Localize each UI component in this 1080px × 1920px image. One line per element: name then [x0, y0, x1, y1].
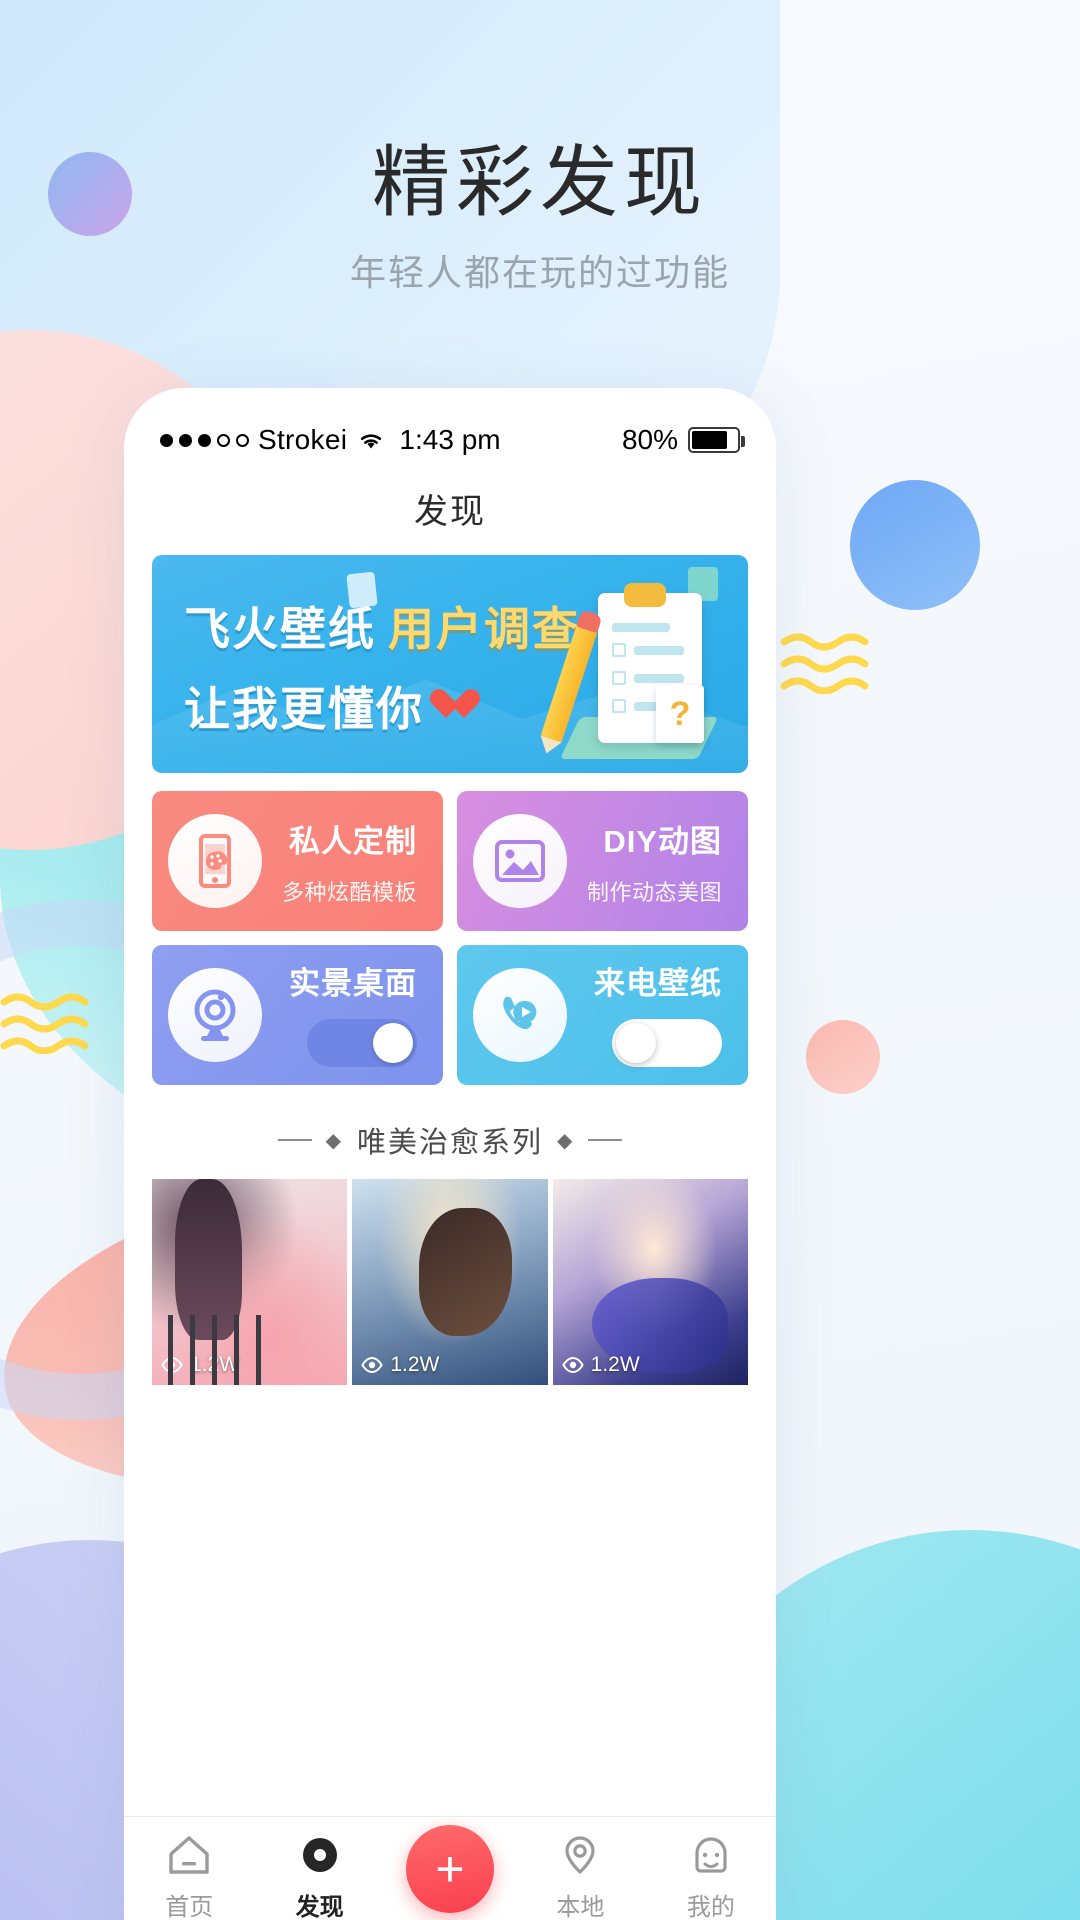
- screen-title: 发现: [414, 493, 486, 531]
- battery-percent-label: 80%: [621, 424, 679, 455]
- feature-card-diy[interactable]: DIY动图 制作动态美图: [457, 791, 748, 931]
- feature-card-grid: 私人定制 多种炫酷模板 DIY动图 制作动态美图 实景桌面 来电壁纸: [152, 791, 748, 1085]
- view-count-label: 1.2W: [390, 1353, 440, 1376]
- view-count: 1.2W: [161, 1353, 239, 1377]
- question-mark-icon: ?: [656, 685, 704, 743]
- tab-home-label: 首页: [165, 1894, 214, 1920]
- call-wallpaper-toggle[interactable]: [612, 1019, 722, 1067]
- feature-card-text: 来电壁纸: [567, 958, 730, 1072]
- tab-profile[interactable]: 我的: [646, 1833, 776, 1920]
- plus-icon: +: [435, 1841, 465, 1897]
- tab-local[interactable]: 本地: [515, 1833, 645, 1920]
- feature-card-subtitle: 多种炫酷模板: [281, 879, 417, 905]
- banner-tagline: 让我更懂你: [184, 683, 424, 735]
- banner-text: 飞火壁纸 用户调查 让我更懂你: [184, 593, 580, 739]
- page-title: 精彩发现: [371, 138, 708, 226]
- feature-card-subtitle: 制作动态美图: [586, 879, 722, 905]
- wallpaper-gallery: 1.2W 1.2W 1.2W: [152, 1179, 748, 1385]
- bottom-tab-bar: 首页 发现 + 本地 我的: [124, 1816, 776, 1920]
- view-count: 1.2W: [361, 1353, 439, 1377]
- feature-card-custom[interactable]: 私人定制 多种炫酷模板: [152, 791, 443, 931]
- image-icon: [473, 814, 567, 908]
- eye-icon: [361, 1357, 383, 1373]
- phone-mockup: Strokei 1:43 pm 80% 发现 飞火壁纸 用户调查 让我更懂你 ?…: [124, 388, 776, 1920]
- wallpaper-thumbnail[interactable]: 1.2W: [352, 1179, 548, 1385]
- feature-card-title: 私人定制: [289, 823, 417, 859]
- bg-circle-blue: [850, 480, 980, 610]
- feature-card-call-wallpaper[interactable]: 来电壁纸: [457, 945, 748, 1085]
- view-count: 1.2W: [562, 1353, 640, 1377]
- live-desktop-toggle[interactable]: [307, 1019, 417, 1067]
- illustration-clip-top: [624, 583, 666, 607]
- bg-squiggle-left: [0, 990, 110, 1054]
- eye-icon: [161, 1357, 183, 1373]
- tab-create[interactable]: +: [385, 1825, 515, 1913]
- status-bar-clock: 1:43 pm: [399, 424, 501, 455]
- tab-home[interactable]: 首页: [124, 1833, 254, 1920]
- section-diamond-right: ◆: [557, 1129, 575, 1152]
- home-icon: [169, 1836, 209, 1874]
- add-button[interactable]: +: [406, 1825, 495, 1913]
- tab-local-label: 本地: [556, 1894, 605, 1920]
- status-bar-right: 80%: [501, 424, 746, 456]
- feature-card-text: DIY动图 制作动态美图: [567, 816, 730, 907]
- wallpaper-thumbnail[interactable]: 1.2W: [152, 1179, 348, 1385]
- banner-brand: 飞火壁纸: [184, 603, 376, 655]
- feature-card-title: 实景桌面: [289, 966, 417, 1001]
- section-dash-right: [588, 1139, 623, 1141]
- view-count-label: 1.2W: [190, 1353, 240, 1376]
- feature-card-text: 实景桌面: [262, 958, 425, 1072]
- eye-icon: [562, 1357, 584, 1373]
- page-subtitle: 年轻人都在玩的过功能: [349, 251, 730, 293]
- battery-icon: [688, 427, 746, 453]
- tab-discover-label: 发现: [295, 1894, 344, 1920]
- phone-palette-icon: [168, 814, 262, 908]
- phone-play-icon: [473, 968, 567, 1062]
- banner-survey-illustration: ?: [540, 579, 719, 759]
- section-diamond-left: ◆: [325, 1129, 343, 1152]
- wallpaper-thumbnail[interactable]: 1.2W: [552, 1179, 748, 1385]
- feature-card-text: 私人定制 多种炫酷模板: [262, 816, 425, 907]
- tab-profile-label: 我的: [686, 1894, 735, 1920]
- section-dash-left: [277, 1139, 312, 1141]
- heart-icon: [438, 690, 472, 722]
- discover-icon: [302, 1838, 337, 1872]
- wifi-icon: [356, 428, 386, 452]
- bg-squiggle-right: [780, 630, 890, 694]
- feature-card-live-desktop[interactable]: 实景桌面: [152, 945, 443, 1085]
- feature-card-title: 来电壁纸: [594, 966, 722, 1001]
- location-pin-icon: [565, 1836, 596, 1875]
- section-title-label: 唯美治愈系列: [356, 1127, 543, 1159]
- bg-circle-pink: [806, 1020, 880, 1094]
- status-bar: Strokei 1:43 pm 80%: [124, 388, 776, 474]
- view-count-label: 1.2W: [590, 1353, 640, 1376]
- person-icon: [695, 1837, 727, 1873]
- carrier-name: Strokei: [258, 424, 348, 455]
- webcam-icon: [168, 968, 262, 1062]
- tab-discover[interactable]: 发现: [254, 1833, 384, 1920]
- poster-header: 精彩发现 年轻人都在玩的过功能: [0, 138, 1080, 296]
- signal-strength-icon: [160, 433, 249, 447]
- feature-card-title: DIY动图: [603, 823, 722, 859]
- status-bar-left: Strokei: [160, 424, 399, 456]
- promo-banner[interactable]: 飞火壁纸 用户调查 让我更懂你 ?: [152, 555, 748, 773]
- section-header: ◆ 唯美治愈系列 ◆: [124, 1119, 776, 1161]
